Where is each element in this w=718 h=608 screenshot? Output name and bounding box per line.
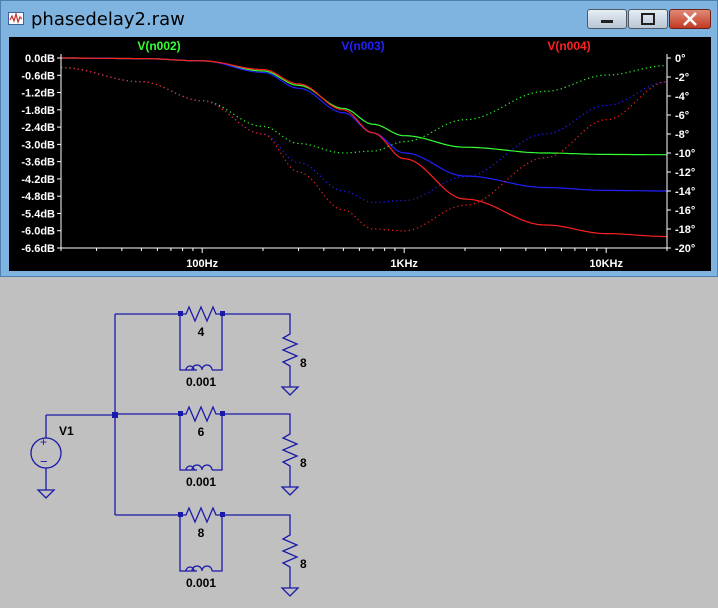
- waveform-window: phasedelay2.raw 0.0dB -0.6dB -1.2dB -1.8dB -…: [0, 0, 718, 277]
- inductor-icon[interactable]: [191, 464, 213, 471]
- y-right-tick-label: -18°: [675, 224, 695, 236]
- y-left-tick-label: -1.2dB: [21, 88, 55, 100]
- y-left-tick-label: 0.0dB: [25, 53, 55, 65]
- resistor-icon[interactable]: [180, 506, 222, 524]
- y-left-tick-label: -5.4dB: [21, 208, 55, 220]
- resistor-value: 8: [198, 526, 205, 540]
- load-resistor-icon[interactable]: [222, 313, 299, 387]
- y-left-tick-label: -2.4dB: [21, 122, 55, 134]
- y-right-tick-label: -8°: [675, 129, 689, 141]
- y-left-tick-label: -0.6dB: [21, 70, 55, 82]
- inductor-value: 0.001: [186, 475, 216, 489]
- y-right-tick-label: -16°: [675, 205, 695, 217]
- ground-icon: [280, 386, 300, 396]
- phase-curve-4[interactable]: [60, 66, 668, 232]
- y-right-tick-label: -14°: [675, 186, 695, 198]
- y-right-tick-label: -4°: [675, 91, 689, 103]
- legend-v-n003[interactable]: V(n003): [341, 39, 384, 53]
- x-tick-label: 1KHz: [390, 258, 418, 270]
- inductor-icon[interactable]: [191, 565, 213, 572]
- y-right-tick-label: -20°: [675, 243, 695, 255]
- waveform-icon: [8, 11, 24, 25]
- phase-curve-3[interactable]: [60, 66, 668, 204]
- magnitude-curve-3[interactable]: [61, 57, 667, 192]
- load-value: 8: [300, 356, 307, 370]
- load-value: 8: [300, 456, 307, 470]
- close-button[interactable]: [669, 9, 711, 29]
- maximize-button[interactable]: [628, 9, 668, 29]
- resistor-value: 4: [198, 325, 205, 339]
- legend-v-n004[interactable]: V(n004): [547, 39, 590, 53]
- plot-pane[interactable]: 0.0dB -0.6dB -1.2dB -1.8dB -2.4dB -3.0dB -3.6d…: [9, 37, 711, 271]
- y-right-tick-label: -2°: [675, 72, 689, 84]
- phase-curve-2[interactable]: [60, 65, 668, 154]
- resistor-value: 6: [198, 425, 205, 439]
- ground-icon: [280, 587, 300, 597]
- y-left-tick-label: -6.0dB: [21, 226, 55, 238]
- x-tick-label: 100Hz: [186, 258, 218, 270]
- source-label: V1: [59, 424, 74, 438]
- ground-icon: [280, 486, 300, 496]
- y-left-tick-label: -4.8dB: [21, 191, 55, 203]
- maximize-icon: [641, 13, 655, 25]
- y-left-tick-label: -3.6dB: [21, 157, 55, 169]
- y-left-tick-label: -3.0dB: [21, 139, 55, 151]
- y-left-tick-label: -4.2dB: [21, 174, 55, 186]
- magnitude-curve-4[interactable]: [61, 57, 667, 238]
- load-value: 8: [300, 557, 307, 571]
- legend-v-n002[interactable]: V(n002): [137, 39, 180, 53]
- close-icon: [683, 12, 697, 26]
- load-resistor-icon[interactable]: [222, 514, 299, 588]
- minimize-icon: [601, 20, 613, 23]
- resistor-icon[interactable]: [180, 305, 222, 323]
- inductor-icon[interactable]: [191, 364, 213, 371]
- schematic-canvas[interactable]: + − V1 4 0.001 8 6 0.001 8 8 0.001 8: [0, 283, 718, 608]
- inductor-value: 0.001: [186, 576, 216, 590]
- y-right-tick-label: 0°: [675, 53, 686, 65]
- schematic-drawing[interactable]: + − V1 40.001860.001880.0018: [0, 283, 718, 608]
- resistor-icon[interactable]: [180, 405, 222, 423]
- y-left-tick-label: -1.8dB: [21, 105, 55, 117]
- magnitude-curve-2[interactable]: [61, 57, 667, 156]
- y-right-tick-label: -12°: [675, 167, 695, 179]
- inductor-value: 0.001: [186, 375, 216, 389]
- y-right-tick-label: -6°: [675, 110, 689, 122]
- window-title: phasedelay2.raw: [31, 9, 185, 30]
- minimize-button[interactable]: [587, 9, 627, 29]
- y-left-tick-label: -6.6dB: [21, 243, 55, 255]
- title-bar[interactable]: phasedelay2.raw: [1, 1, 717, 35]
- bode-chart[interactable]: 0.0dB -0.6dB -1.2dB -1.8dB -2.4dB -3.0dB -3.6d…: [9, 37, 711, 271]
- svg-text:−: −: [40, 454, 48, 469]
- load-resistor-icon[interactable]: [222, 413, 299, 487]
- x-tick-label: 10KHz: [589, 258, 623, 270]
- y-right-tick-label: -10°: [675, 148, 695, 160]
- ground-icon: [36, 489, 56, 499]
